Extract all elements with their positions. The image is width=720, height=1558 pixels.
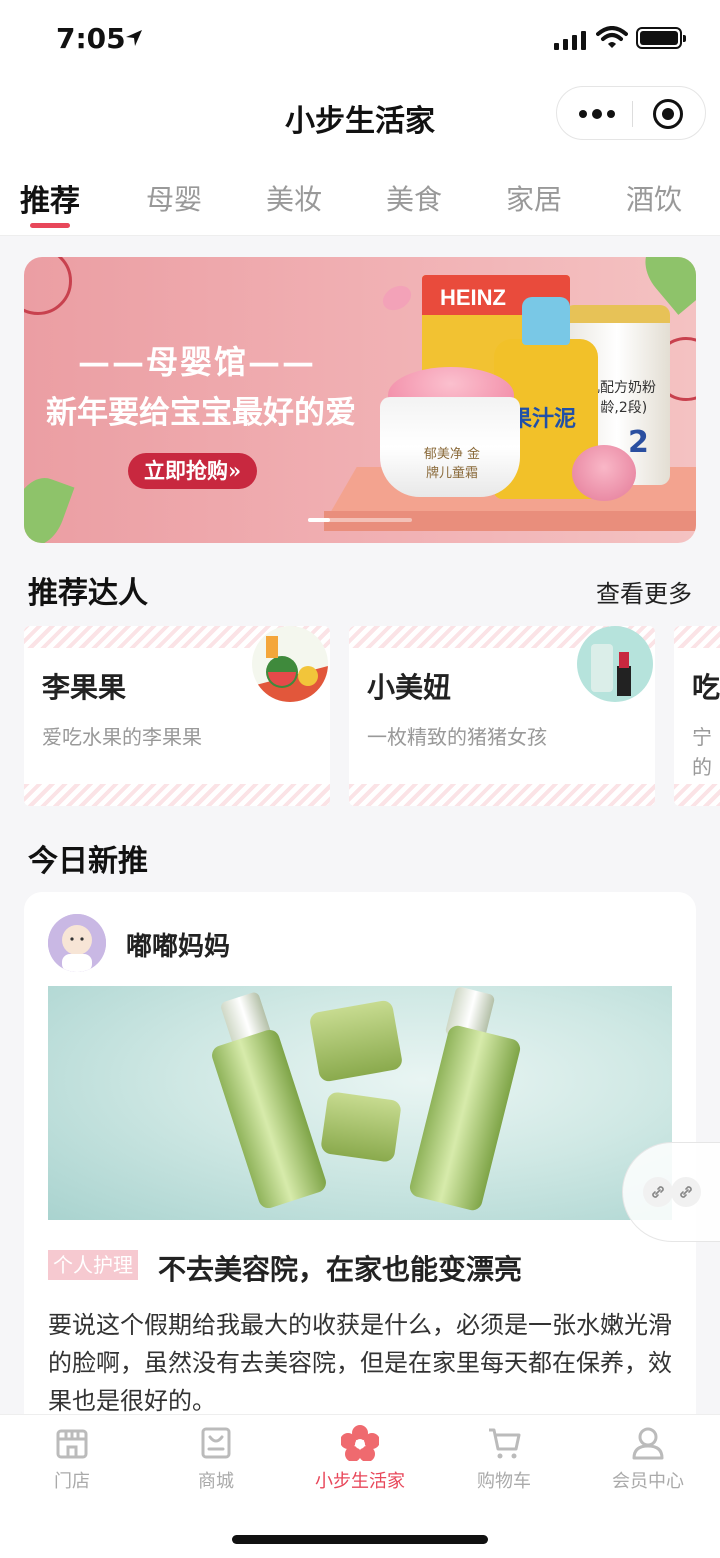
- mini-program-capsule: [556, 86, 706, 140]
- cream-jar-label: 郁美净 金牌儿童霜: [423, 447, 481, 481]
- cart-icon: [489, 1428, 521, 1459]
- tabbar-label: 商城: [198, 1471, 234, 1492]
- link-icon[interactable]: [643, 1177, 673, 1207]
- tab-maternal-baby[interactable]: 母婴: [146, 178, 202, 218]
- location-arrow-icon: [126, 30, 142, 46]
- carousel-indicator: [308, 518, 412, 522]
- creator-card[interactable]: 李果果 爱吃水果的李果果: [24, 626, 330, 806]
- tabbar-label: 购物车: [477, 1471, 531, 1492]
- rose-decoration: [572, 445, 636, 501]
- creator-card[interactable]: 小美妞 一枚精致的猪猪女孩: [349, 626, 655, 806]
- tab-drinks[interactable]: 酒饮: [626, 178, 682, 218]
- close-mini-program-icon[interactable]: [653, 99, 683, 129]
- creator-name: 吃: [692, 671, 720, 704]
- tabbar-store[interactable]: 门店: [0, 1425, 144, 1493]
- post-author-name[interactable]: 嘟嘟妈妈: [126, 926, 230, 963]
- category-tabs: 推荐 母婴 美妆 美食 家居 酒饮: [0, 160, 720, 236]
- user-icon: [632, 1427, 664, 1460]
- creator-avatar: [577, 626, 653, 702]
- cellular-signal-icon: [554, 30, 586, 50]
- floating-share-widget[interactable]: [622, 1142, 720, 1242]
- tabbar-label: 门店: [54, 1471, 90, 1492]
- petal-decoration: [378, 280, 416, 316]
- creator-list: 李果果 爱吃水果的李果果 小美妞 一枚精致的猪猪女孩 吃 宁的: [24, 626, 720, 806]
- home-indicator: [232, 1535, 488, 1544]
- author-avatar[interactable]: [48, 914, 106, 972]
- tabbar-label: 小步生活家: [315, 1471, 405, 1492]
- status-bar: 7:05: [0, 0, 720, 80]
- post-title[interactable]: 不去美容院，在家也能变漂亮: [158, 1248, 522, 1288]
- battery-icon: [636, 27, 686, 49]
- nav-bar: 小步生活家: [0, 80, 720, 160]
- banner-subtitle: ——母婴馆——: [78, 343, 317, 381]
- tabbar-member[interactable]: 会员中心: [576, 1425, 720, 1493]
- tabbar-mall[interactable]: 商城: [144, 1425, 288, 1493]
- view-more-link[interactable]: 查看更多: [596, 574, 692, 609]
- wifi-icon: [596, 26, 628, 48]
- tabbar-cart[interactable]: 购物车: [432, 1425, 576, 1493]
- tabbar-label: 会员中心: [612, 1471, 684, 1492]
- tab-food[interactable]: 美食: [386, 178, 442, 218]
- banner-headline: 新年要给宝宝最好的爱: [46, 395, 356, 431]
- creator-description: 宁的: [692, 725, 712, 779]
- creator-avatar: [252, 626, 328, 702]
- flower-icon: [341, 1425, 379, 1461]
- blessing-seal-left: [24, 257, 72, 315]
- more-options-icon[interactable]: [575, 99, 619, 129]
- link-icon[interactable]: [671, 1177, 701, 1207]
- buy-now-button[interactable]: 立即抢购»: [128, 453, 258, 489]
- status-time: 7:05: [56, 22, 126, 55]
- product-box-label: HEINZ: [440, 285, 506, 310]
- feed-section-title: 今日新推: [28, 844, 148, 879]
- creator-name: 李果果: [42, 671, 127, 704]
- post-card[interactable]: 嘟嘟妈妈 个人护理 不去美容院，在家也能变漂亮 要说这个假期给我最大的收获是什么…: [24, 892, 696, 1452]
- promo-banner[interactable]: ——母婴馆—— 新年要给宝宝最好的爱 立即抢购» HEINZ 婴儿配方奶粉 (2…: [24, 257, 696, 543]
- tab-recommend[interactable]: 推荐: [20, 176, 80, 220]
- creator-card[interactable]: 吃 宁的: [674, 626, 720, 806]
- tab-beauty[interactable]: 美妆: [266, 178, 322, 218]
- category-tag: 个人护理: [48, 1250, 138, 1280]
- creator-name: 小美妞: [367, 671, 452, 704]
- creator-description: 爱吃水果的李果果: [42, 725, 202, 749]
- post-image[interactable]: [48, 986, 672, 1220]
- tab-home[interactable]: 家居: [506, 178, 562, 218]
- leaf-decoration: [24, 470, 75, 543]
- capsule-divider: [632, 101, 633, 127]
- tabbar-lifestyle[interactable]: 小步生活家: [288, 1425, 432, 1493]
- creator-description: 一枚精致的猪猪女孩: [367, 725, 547, 749]
- active-tab-indicator: [30, 223, 70, 228]
- creators-section-title: 推荐达人: [28, 576, 148, 611]
- formula-can-number: 2: [628, 425, 649, 460]
- fruit-pouch-cap: [522, 297, 570, 345]
- bag-icon: [201, 1427, 231, 1459]
- store-icon: [56, 1429, 88, 1459]
- post-body: 要说这个假期给我最大的收获是什么，必须是一张水嫩光滑的脸啊，虽然没有去美容院，但…: [48, 1311, 672, 1415]
- bottom-tab-bar: 门店 商城 小步生活家 购物车 会员中心: [0, 1414, 720, 1558]
